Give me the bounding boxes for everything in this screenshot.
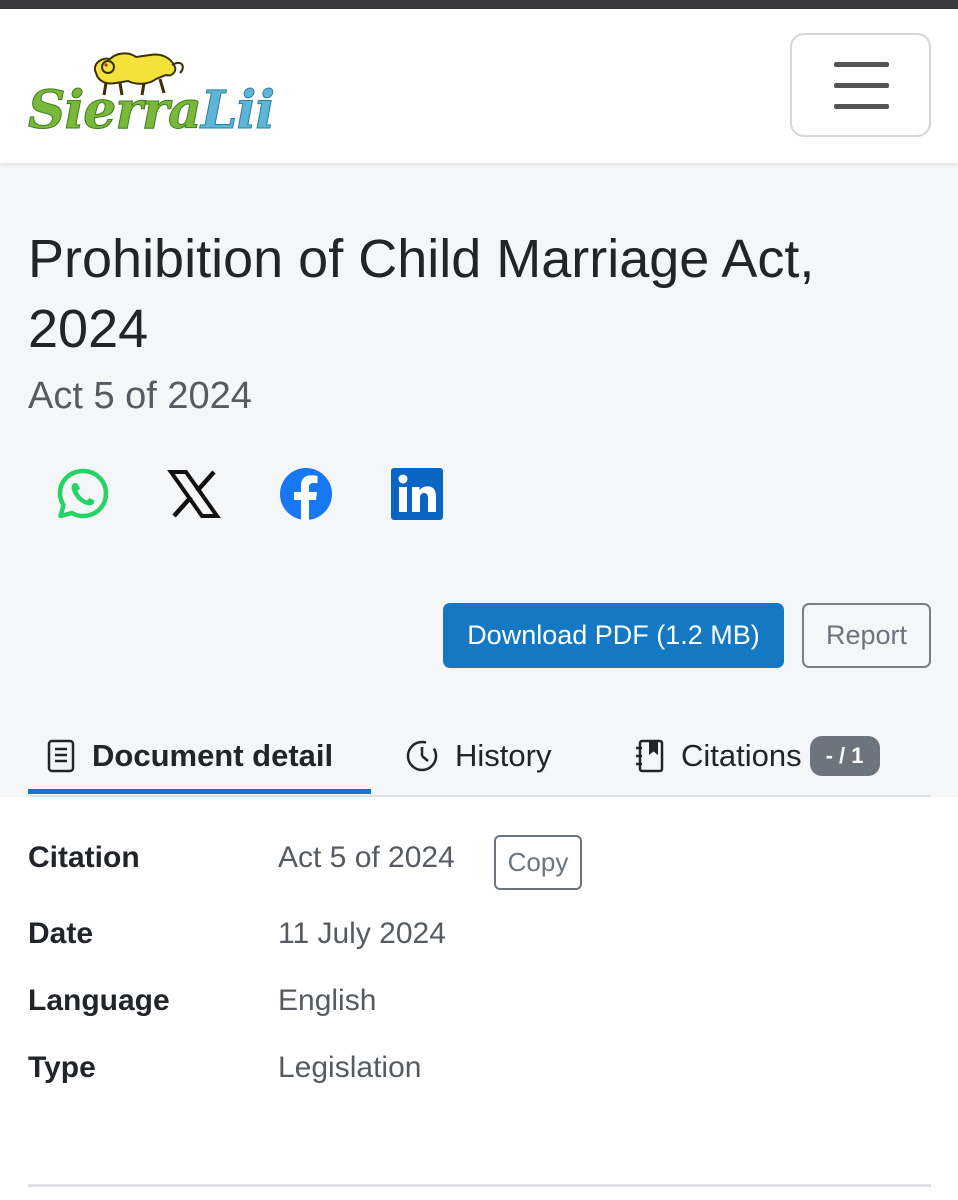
language-label: Language: [28, 984, 170, 1017]
page-title: Prohibition of Child Marriage Act, 2024: [28, 229, 815, 359]
citation-label: Citation: [28, 841, 140, 874]
report-button[interactable]: Report: [802, 603, 931, 668]
sierralii-logo[interactable]: SierraLii: [28, 41, 275, 141]
date-value: 11 July 2024: [278, 917, 446, 950]
top-status-strip: [0, 0, 958, 9]
tabs-divider: [28, 795, 931, 797]
type-label: Type: [28, 1051, 96, 1084]
logo-wordmark: SierraLii: [28, 80, 276, 141]
linkedin-icon: [391, 468, 443, 520]
logo-text-sierra: Sierra: [28, 80, 203, 141]
bookmark-notebook-icon: [636, 739, 664, 773]
x-logo-icon: [167, 470, 221, 518]
tab-label: Citations: [681, 738, 802, 773]
date-label: Date: [28, 917, 94, 950]
clock-icon: [406, 740, 438, 772]
facebook-share-button[interactable]: [278, 466, 334, 522]
active-tab-indicator: [28, 789, 371, 794]
type-value: Legislation: [278, 1051, 422, 1084]
tab-label: History: [455, 738, 552, 773]
section-divider: [28, 1184, 931, 1187]
download-pdf-button[interactable]: Download PDF (1.2 MB): [443, 603, 784, 668]
copy-citation-button[interactable]: Copy: [494, 835, 582, 890]
x-share-button[interactable]: [166, 466, 222, 522]
linkedin-share-button[interactable]: [389, 466, 445, 522]
logo-text-lii: Lii: [200, 80, 275, 141]
citation-value: Act 5 of 2024: [278, 841, 455, 874]
tab-label: Document detail: [92, 738, 334, 773]
tab-document-detail[interactable]: Document detail: [46, 718, 333, 794]
navbar: SierraLii: [0, 9, 958, 163]
document-icon: [47, 739, 75, 773]
citations-count-badge: - / 1: [809, 736, 880, 776]
tab-citations[interactable]: Citations - / 1: [635, 718, 880, 794]
facebook-icon: [280, 468, 332, 520]
whatsapp-icon: [57, 468, 109, 519]
tab-history[interactable]: History: [405, 718, 551, 794]
language-value: English: [278, 984, 377, 1017]
page-subtitle: Act 5 of 2024: [28, 375, 252, 417]
whatsapp-share-button[interactable]: [55, 466, 111, 522]
menu-toggle-button[interactable]: [790, 33, 931, 137]
